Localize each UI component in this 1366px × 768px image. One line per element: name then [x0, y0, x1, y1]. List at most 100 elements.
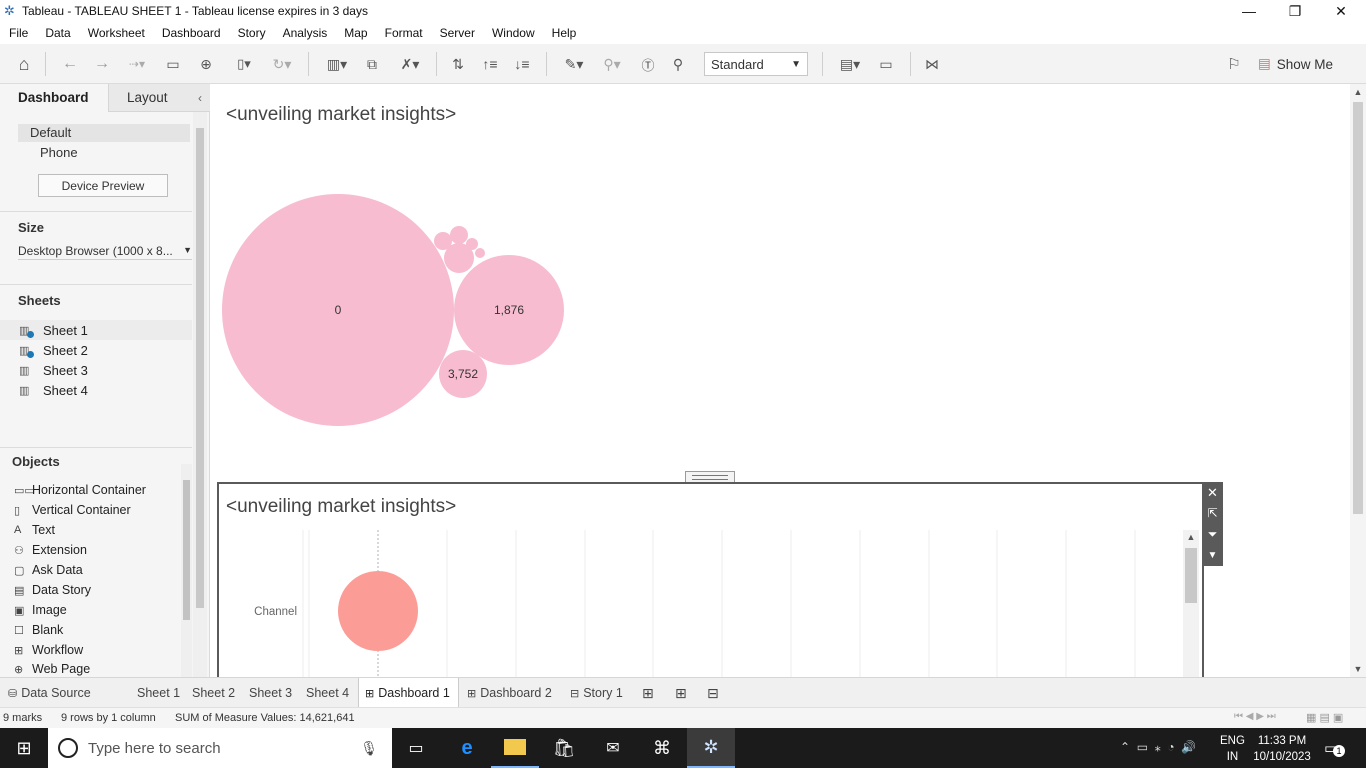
menu-dashboard[interactable]: Dashboard	[153, 26, 229, 40]
sheet-navigation-icon[interactable]: ⏮ ◀ ▶ ⏭	[1234, 711, 1276, 722]
menu-analysis[interactable]: Analysis	[274, 26, 336, 40]
file-explorer-icon[interactable]	[491, 728, 539, 768]
group-members-icon[interactable]: ⚲▾	[594, 52, 630, 76]
collapse-pane-icon[interactable]: ‹	[198, 91, 202, 105]
resize-handle[interactable]	[685, 471, 735, 482]
tab-layout[interactable]: Layout ‹	[108, 84, 210, 112]
menu-file[interactable]: File	[0, 26, 36, 40]
menu-map[interactable]: Map	[335, 26, 375, 40]
tab-sheet-1[interactable]: Sheet 1	[137, 678, 180, 708]
taskbar-search-box[interactable]: Type here to search 🎙	[48, 728, 392, 768]
object-web-page[interactable]: ⊕ Web Page	[14, 660, 184, 678]
new-worksheet-icon[interactable]: ⊞	[642, 678, 654, 708]
format-painter-icon[interactable]: ⚐	[1222, 52, 1246, 76]
fix-axes-icon[interactable]: ⚲	[666, 52, 690, 76]
sheet2-container[interactable]: <unveiling market insights> Channel ▲	[217, 482, 1204, 677]
objects-scrollbar[interactable]	[181, 464, 192, 678]
show-me-button[interactable]: ▤ Show Me	[1258, 52, 1348, 76]
refresh-icon[interactable]: ↻▾	[264, 52, 300, 76]
swap-rows-columns-icon[interactable]: ⇅	[446, 52, 470, 76]
close-button[interactable]: ✕	[1318, 0, 1364, 22]
menu-worksheet[interactable]: Worksheet	[79, 26, 153, 40]
bubble-mark[interactable]	[466, 238, 478, 250]
menu-data[interactable]: Data	[36, 26, 78, 40]
bubble-mark[interactable]	[450, 226, 468, 244]
menu-window[interactable]: Window	[483, 26, 543, 40]
microsoft-store-icon[interactable]: 🛍	[540, 728, 588, 768]
tab-dashboard[interactable]: Dashboard	[0, 84, 108, 112]
left-pane-scrollbar[interactable]	[193, 112, 207, 677]
presentation-mode-icon[interactable]: ▭	[874, 52, 898, 76]
object-workflow[interactable]: ⊞ Workflow	[14, 640, 184, 660]
tab-sheet-3[interactable]: Sheet 3	[249, 678, 292, 708]
tab-data-source[interactable]: ⛁ Data Source	[8, 678, 91, 708]
view-size-select[interactable]: Standard ▼	[704, 52, 808, 76]
replay-icon[interactable]: ⇢▾	[120, 52, 154, 76]
object-ask-data[interactable]: ▢ Ask Data	[14, 560, 184, 580]
sheet2-scrollbar[interactable]: ▲	[1183, 530, 1199, 677]
new-data-source-icon[interactable]: ⊕	[194, 52, 218, 76]
clock[interactable]: 11:33 PM 10/10/2023	[1250, 733, 1314, 765]
object-image[interactable]: ▣ Image	[14, 600, 184, 620]
show-mark-labels-icon[interactable]: Ⓣ	[636, 52, 660, 76]
minimize-button[interactable]: —	[1226, 0, 1272, 22]
remove-from-dashboard-icon[interactable]: ✕	[1202, 482, 1223, 503]
sheet-item-4[interactable]: ▥ Sheet 4	[0, 380, 192, 400]
object-horizontal-container[interactable]: ▭▭ Horizontal Container	[14, 480, 184, 500]
more-options-icon[interactable]: ▼	[1202, 545, 1223, 566]
bubble-mark[interactable]	[475, 248, 485, 258]
language-indicator[interactable]: ENG IN	[1220, 733, 1245, 765]
pause-updates-icon[interactable]: ▯▾	[226, 52, 262, 76]
windows-start-icon[interactable]: ⊞	[0, 728, 48, 768]
tab-dashboard-2[interactable]: ⊞ Dashboard 2	[467, 678, 552, 708]
tab-dashboard-1[interactable]: ⊞ Dashboard 1	[358, 678, 459, 708]
sheet-item-2[interactable]: ▥ Sheet 2	[0, 340, 192, 360]
object-text[interactable]: A Text	[14, 520, 184, 540]
home-icon[interactable]: ⌂	[12, 52, 36, 76]
redo-icon[interactable]: →	[90, 52, 114, 76]
show-cards-icon[interactable]: ▤▾	[832, 52, 868, 76]
go-to-sheet-icon[interactable]: ⇱	[1202, 503, 1223, 524]
bubble-mark[interactable]	[448, 245, 456, 253]
undo-icon[interactable]: ←	[58, 52, 82, 76]
object-extension[interactable]: ⚇ Extension	[14, 540, 184, 560]
tab-sheet-4[interactable]: Sheet 4	[306, 678, 349, 708]
new-story-icon[interactable]: ⊟	[707, 678, 719, 708]
highlight-icon[interactable]: ✎▾	[556, 52, 592, 76]
menu-format[interactable]: Format	[376, 26, 431, 40]
device-preview-button[interactable]: Device Preview	[38, 174, 168, 197]
object-blank[interactable]: ☐ Blank	[14, 620, 184, 640]
tab-story-1[interactable]: ⊟ Story 1	[570, 678, 623, 708]
menu-story[interactable]: Story	[229, 26, 274, 40]
object-data-story[interactable]: ▤ Data Story	[14, 580, 184, 600]
clear-sheet-icon[interactable]: ✗▾	[392, 52, 428, 76]
sheet-item-3[interactable]: ▥ Sheet 3	[0, 360, 192, 380]
sort-ascending-icon[interactable]: ↑≡	[478, 52, 502, 76]
new-worksheet-icon[interactable]: ▥▾	[318, 52, 356, 76]
channel-bubble-mark[interactable]	[338, 571, 418, 651]
task-view-icon[interactable]: ▭	[392, 728, 440, 768]
device-default[interactable]: Default	[18, 124, 190, 142]
size-select[interactable]: Desktop Browser (1000 x 8... ▼	[18, 244, 192, 260]
canvas-scrollbar[interactable]: ▲ ▼	[1350, 84, 1366, 677]
share-icon[interactable]: ⋈	[920, 52, 944, 76]
notification-center-icon[interactable]: ▭ 1	[1324, 739, 1345, 757]
sort-descending-icon[interactable]: ↓≡	[510, 52, 534, 76]
device-phone[interactable]: Phone	[40, 145, 78, 160]
view-mode-icons[interactable]: ▦ ▤ ▣	[1306, 711, 1343, 724]
object-vertical-container[interactable]: ▯ Vertical Container	[14, 500, 184, 520]
restore-button[interactable]: ❐	[1272, 0, 1318, 22]
system-tray-icons[interactable]: ⌃ ▭ ⁎ ◔ 🔊	[1120, 740, 1196, 754]
edge-browser-icon[interactable]: e	[443, 728, 491, 768]
menu-help[interactable]: Help	[543, 26, 585, 40]
microphone-icon[interactable]: 🎙	[360, 740, 378, 757]
python-icon[interactable]: ⌘	[638, 728, 686, 768]
mail-icon[interactable]: ✉	[589, 728, 637, 768]
tableau-taskbar-icon[interactable]: ✲	[687, 728, 735, 768]
sheet-item-1[interactable]: ▥ Sheet 1	[0, 320, 192, 340]
use-as-filter-icon[interactable]: ⏷	[1202, 524, 1223, 545]
tab-sheet-2[interactable]: Sheet 2	[192, 678, 235, 708]
save-icon[interactable]: ▭	[162, 52, 184, 76]
new-dashboard-icon[interactable]: ⊞	[675, 678, 687, 708]
duplicate-sheet-icon[interactable]: ⧉	[360, 52, 384, 76]
